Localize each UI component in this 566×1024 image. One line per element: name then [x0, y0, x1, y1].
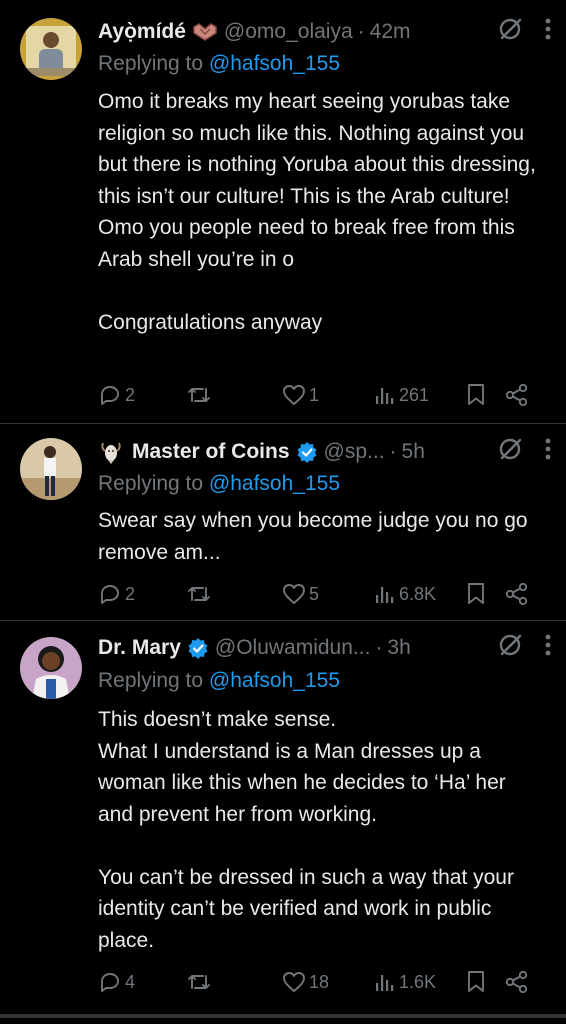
views-count: 6.8K [399, 583, 437, 604]
replying-label: Replying to [98, 669, 204, 692]
retweet-button[interactable] [186, 582, 282, 606]
bookmark-icon [466, 383, 486, 407]
heart-emoji-icon [192, 23, 218, 41]
views-count: 1.6K [399, 971, 437, 992]
tweet-text: This doesn’t make sense. What I understa… [98, 708, 514, 952]
retweet-icon [186, 970, 212, 994]
share-button[interactable] [504, 383, 530, 407]
reply-button[interactable]: 2 [98, 383, 186, 407]
replying-label: Replying to [98, 52, 204, 75]
timestamp[interactable]: 5h [402, 440, 425, 464]
separator-dot: · [375, 636, 383, 659]
verified-icon [187, 637, 209, 659]
action-bar: 4 18 1.6K [98, 967, 546, 997]
tweet-2[interactable]: Master of Coins @sp... · 5h Replying to … [0, 424, 566, 621]
tweet-1[interactable]: Ayọ̀mídé @omo_olaiya · 42m Replying to @… [0, 0, 566, 424]
share-icon [504, 383, 530, 407]
action-bar: 2 1 261 [98, 380, 546, 410]
reply-button[interactable]: 2 [98, 582, 186, 606]
bookmark-button[interactable] [466, 970, 504, 994]
share-icon [504, 970, 530, 994]
separator-dot: · [357, 20, 365, 43]
reply-count: 2 [125, 583, 136, 604]
bookmark-icon [466, 582, 486, 606]
timestamp[interactable]: 42m [370, 20, 411, 44]
views-icon [374, 971, 396, 993]
like-count: 1 [309, 384, 320, 405]
like-count: 18 [309, 971, 330, 992]
display-name[interactable]: Ayọ̀mídé [98, 20, 186, 44]
like-icon [282, 384, 306, 406]
reply-count: 4 [125, 971, 136, 992]
views-icon [374, 583, 396, 605]
reply-button[interactable]: 4 [98, 970, 186, 994]
handle[interactable]: @sp... [324, 440, 385, 464]
like-count: 5 [309, 583, 320, 604]
like-button[interactable]: 1 [282, 384, 374, 406]
replying-to: Replying to @hafsoh_155 [98, 52, 340, 76]
retweet-icon [186, 383, 212, 407]
handle[interactable]: @omo_olaiya [224, 20, 353, 44]
mention-link[interactable]: @hafsoh_155 [209, 52, 340, 75]
handle[interactable]: @Oluwamidun... [215, 636, 371, 660]
views-count: 261 [399, 384, 430, 405]
like-button[interactable]: 18 [282, 971, 374, 993]
goat-emoji-icon [98, 439, 124, 465]
retweet-button[interactable] [186, 383, 282, 407]
avatar[interactable] [20, 637, 82, 699]
avatar[interactable] [20, 438, 82, 500]
replying-to: Replying to @hafsoh_155 [98, 472, 340, 496]
display-name[interactable]: Master of Coins [132, 440, 290, 464]
mention-link[interactable]: @hafsoh_155 [209, 472, 340, 495]
divider [0, 1014, 566, 1018]
replying-label: Replying to [98, 472, 204, 495]
replying-to: Replying to @hafsoh_155 [98, 669, 340, 693]
reply-icon [98, 970, 122, 994]
share-button[interactable] [504, 970, 530, 994]
avatar[interactable] [20, 18, 82, 80]
tweet-text: Omo it breaks my heart seeing yorubas ta… [98, 90, 536, 334]
like-icon [282, 971, 306, 993]
timestamp[interactable]: 3h [387, 636, 410, 660]
more-icon[interactable] [544, 437, 552, 467]
like-icon [282, 583, 306, 605]
mention-link[interactable]: @hafsoh_155 [209, 669, 340, 692]
retweet-button[interactable] [186, 970, 282, 994]
verified-icon [296, 441, 318, 463]
views-button[interactable]: 261 [374, 384, 466, 406]
separator-dot: · [389, 440, 397, 463]
share-icon [504, 582, 530, 606]
grok-icon[interactable] [498, 16, 524, 48]
grok-icon[interactable] [498, 436, 524, 468]
views-icon [374, 384, 396, 406]
action-bar: 2 5 6.8K [98, 579, 546, 609]
bookmark-button[interactable] [466, 582, 504, 606]
bookmark-button[interactable] [466, 383, 504, 407]
like-button[interactable]: 5 [282, 583, 374, 605]
more-icon[interactable] [544, 17, 552, 47]
share-button[interactable] [504, 582, 530, 606]
grok-icon[interactable] [498, 632, 524, 664]
reply-icon [98, 582, 122, 606]
retweet-icon [186, 582, 212, 606]
reply-icon [98, 383, 122, 407]
more-icon[interactable] [544, 633, 552, 663]
views-button[interactable]: 1.6K [374, 971, 466, 993]
tweet-3[interactable]: Dr. Mary @Oluwamidun... · 3h Replying to… [0, 621, 566, 1014]
display-name[interactable]: Dr. Mary [98, 636, 181, 660]
tweet-text: Swear say when you become judge you no g… [98, 509, 528, 564]
views-button[interactable]: 6.8K [374, 583, 466, 605]
reply-count: 2 [125, 384, 136, 405]
bookmark-icon [466, 970, 486, 994]
